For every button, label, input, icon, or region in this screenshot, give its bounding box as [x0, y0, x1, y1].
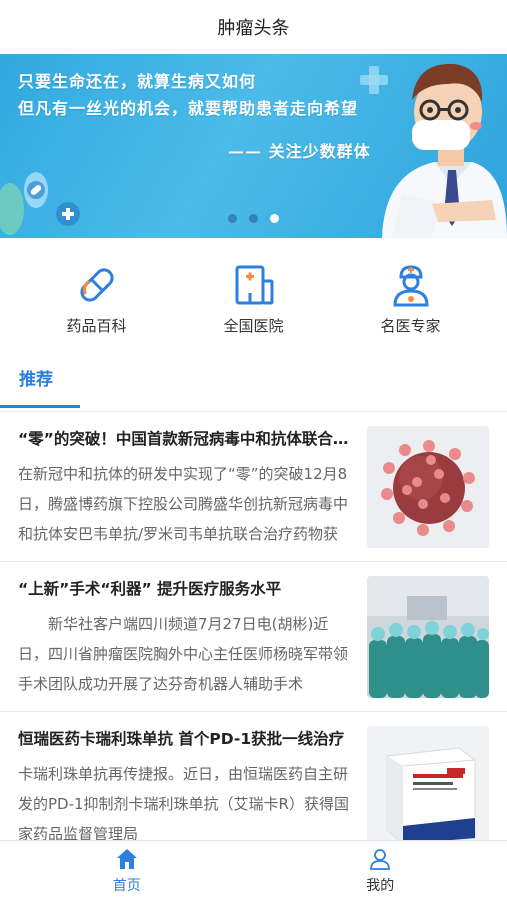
tab-label: 首页 [112, 877, 141, 894]
carousel-dot-active[interactable] [270, 214, 279, 223]
news-title: “上新”手术“利器” 提升医疗服务水平 [18, 580, 282, 598]
news-list: “零”的突破！中国首款新冠病毒中和抗体联合治疗药物获批上市 在新冠中和抗体的研发… [0, 412, 507, 862]
tab-underline [0, 405, 80, 408]
news-summary: 卡瑞利珠单抗再传捷报。近日，由恒瑞医药自主研发的PD-1抑制剂卡瑞利珠单抗（艾瑞… [18, 765, 349, 843]
nav-drug-encyclopedia[interactable]: 药品百科 [42, 263, 152, 336]
news-title: 恒瑞医药卡瑞利珠单抗 首个PD-1获批一线治疗 [18, 730, 345, 748]
news-thumbnail [367, 576, 489, 698]
nav-label: 全国医院 [223, 316, 284, 335]
news-item[interactable]: “上新”手术“利器” 提升医疗服务水平 新华社客户端四川频道7月27日电(胡彬)… [0, 562, 507, 712]
nav-famous-doctors[interactable]: 名医专家 [356, 263, 466, 336]
hospital-icon [235, 265, 273, 304]
user-icon [370, 848, 391, 870]
app-header: 肿瘤头条 [0, 0, 507, 54]
nav-label: 药品百科 [66, 316, 127, 335]
news-thumbnail [367, 426, 489, 548]
news-summary: 新华社客户端四川频道7月27日电(胡彬)近日，四川省肿瘤医院胸外中心主任医师杨晓… [18, 615, 349, 693]
surgical-team-image [367, 576, 489, 698]
promo-banner[interactable]: 只要生命还在，就算生病又如何 但凡有一丝光的机会，就要帮助患者走向希望 —— 关… [0, 54, 507, 238]
carousel-dot[interactable] [249, 214, 258, 223]
pill-icon [79, 267, 114, 302]
tab-label: 我的 [366, 877, 395, 894]
doctor-icon [392, 264, 429, 306]
banner-line-1: 只要生命还在，就算生病又如何 [18, 72, 257, 91]
nav-label: 名医专家 [380, 316, 441, 335]
page-title: 肿瘤头条 [217, 18, 290, 39]
leaf-decoration-icon [0, 172, 80, 235]
news-thumbnail [367, 726, 489, 848]
news-summary: 在新冠中和抗体的研发中实现了“零”的突破12月8日，腾盛博药旗下控股公司腾盛华创… [18, 465, 349, 543]
virus-image [367, 426, 489, 548]
app-page: 肿瘤头条 只要生命还在，就算生病又如何 但凡有一丝光的机会，就要帮助患者走向希望… [0, 0, 507, 900]
news-title: “零”的突破！中国首款新冠病毒中和抗体联合治疗药物获批上市 [18, 430, 350, 448]
quick-nav: 药品百科 全国医院 名医专家 [0, 238, 507, 350]
tab-mine[interactable]: 我的 [254, 841, 507, 900]
nav-hospitals[interactable]: 全国医院 [199, 263, 309, 336]
banner-line-2: 但凡有一丝光的机会，就要帮助患者走向希望 [18, 99, 359, 118]
doctor-illustration-icon [382, 63, 507, 238]
tab-home[interactable]: 首页 [0, 841, 254, 900]
medicine-box-image [367, 726, 489, 848]
bottom-tab-bar: 首页 我的 [0, 840, 507, 900]
carousel-dots [228, 214, 279, 223]
banner-signature: —— 关注少数群体 [228, 142, 371, 161]
home-icon [116, 848, 137, 869]
category-tabs: 推荐 [0, 350, 507, 412]
news-item[interactable]: “零”的突破！中国首款新冠病毒中和抗体联合治疗药物获批上市 在新冠中和抗体的研发… [0, 412, 507, 562]
tab-recommend[interactable]: 推荐 [19, 365, 53, 390]
carousel-dot[interactable] [228, 214, 237, 223]
